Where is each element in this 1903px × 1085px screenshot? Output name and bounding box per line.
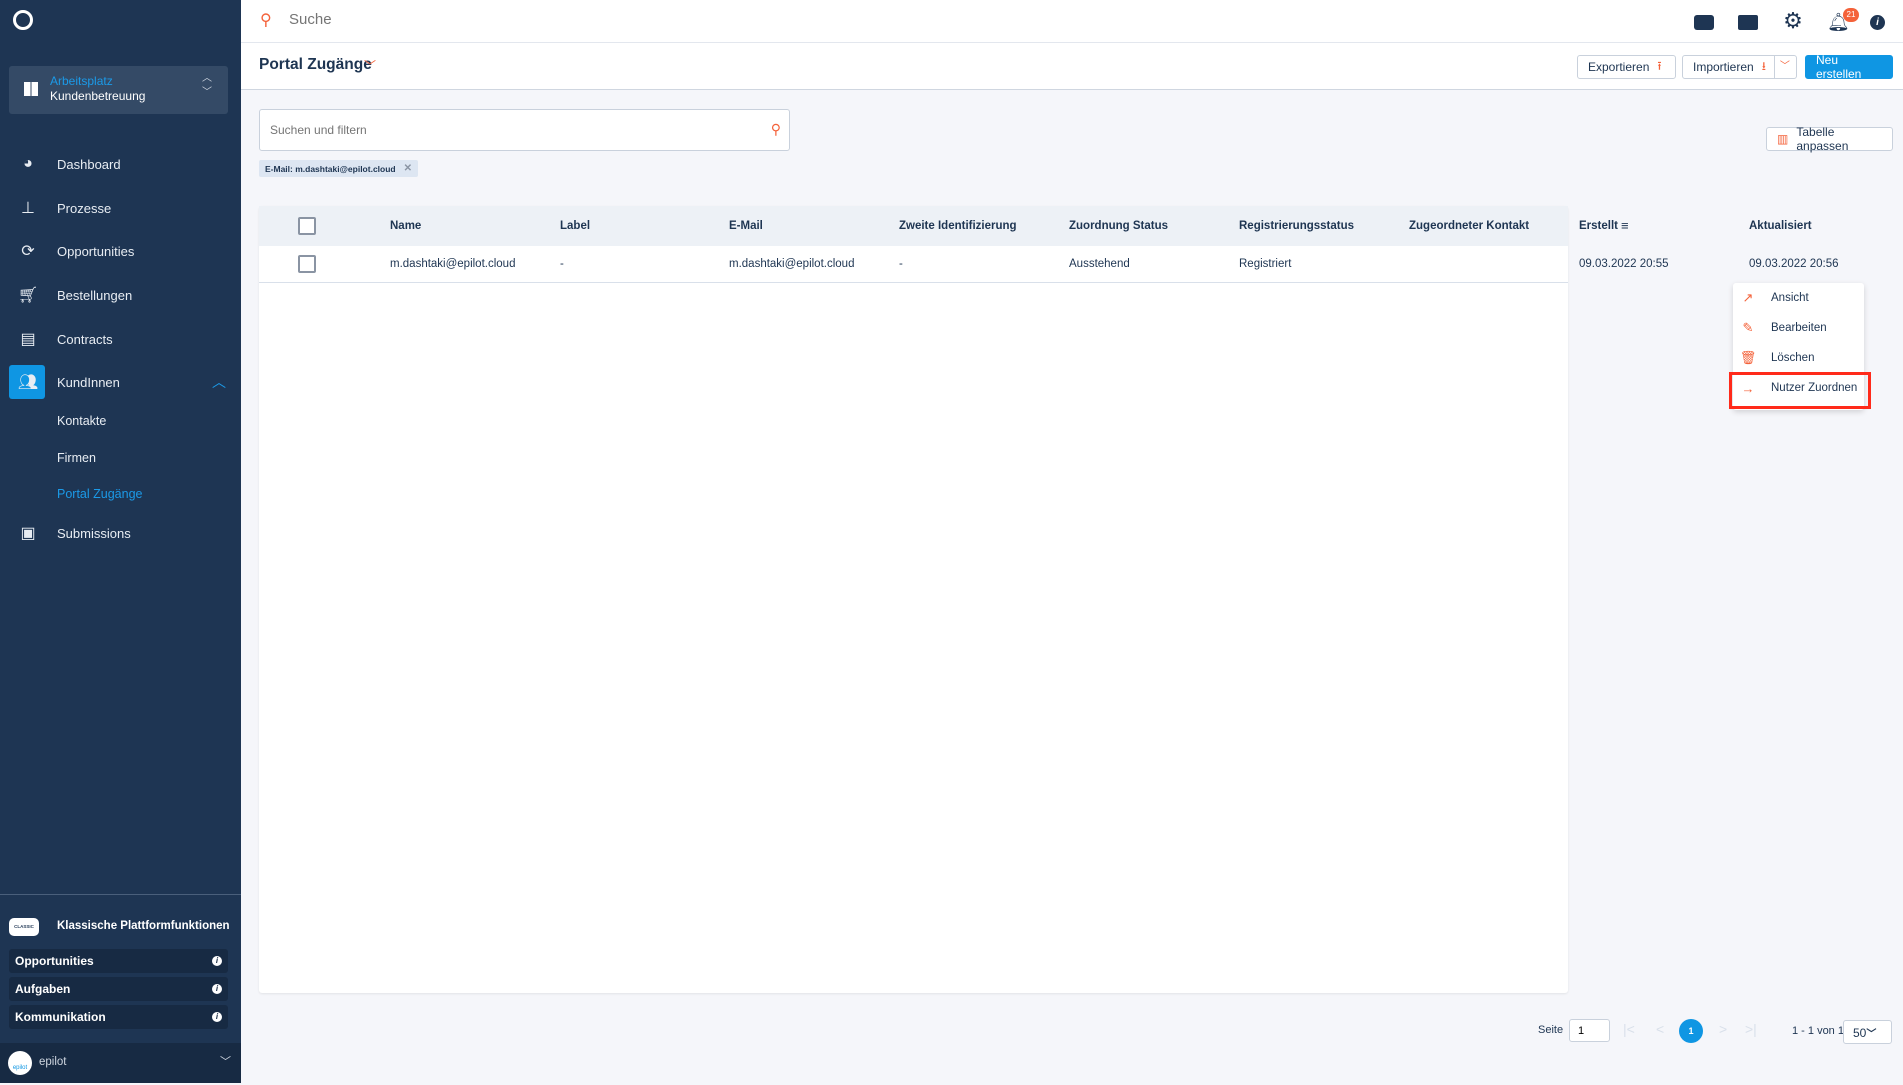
first-page-icon[interactable]: |<: [1623, 1021, 1635, 1037]
search-icon[interactable]: ⚲: [771, 121, 781, 138]
chevron-down-icon: ﹀: [220, 1056, 231, 1068]
column-assignment-status[interactable]: Zuordnung Status: [1069, 220, 1168, 232]
workspace-label: Arbeitsplatz: [50, 74, 113, 88]
table-columns-icon: ▥: [1777, 132, 1789, 146]
import-button[interactable]: Importieren ⭳ ﹀: [1682, 55, 1797, 79]
last-page-icon[interactable]: >|: [1745, 1021, 1757, 1037]
column-second-id[interactable]: Zweite Identifizierung: [899, 220, 1017, 232]
chevron-updown-icon: ︿ ﹀: [202, 73, 212, 98]
clipboard-icon: ▤: [20, 331, 36, 348]
global-search-input[interactable]: [289, 8, 689, 30]
classic-badge: CLASSIC: [9, 918, 39, 936]
filter-search-box[interactable]: ⚲: [259, 109, 790, 151]
export-button[interactable]: Exportieren ⭱: [1577, 55, 1676, 79]
info-icon[interactable]: i: [212, 956, 222, 966]
cell-second-id: -: [899, 258, 903, 270]
users-icon: 👥︎: [17, 374, 39, 391]
dashboard-grid-icon: [24, 82, 38, 96]
open-external-icon: ↗: [1742, 290, 1754, 305]
sidebar-subitem-kontakte[interactable]: Kontakte: [57, 414, 106, 428]
chevron-down-icon[interactable]: ﹀: [364, 57, 376, 74]
pencil-icon: ✎: [1742, 320, 1754, 335]
column-label[interactable]: Label: [560, 220, 590, 232]
cell-registration-status: Registriert: [1239, 258, 1292, 270]
classic-item-kommunikation[interactable]: Kommunikation i: [9, 1005, 228, 1029]
cell-label: -: [560, 258, 564, 270]
trash-icon: 🗑︎: [1739, 350, 1757, 365]
info-icon[interactable]: i: [1870, 15, 1885, 30]
top-bar: ⚲: [241, 0, 1903, 43]
column-created[interactable]: Erstellt: [1579, 220, 1618, 232]
menu-item-edit[interactable]: ✎ Bearbeiten: [1733, 314, 1864, 342]
chevron-down-icon: ﹀: [1866, 1029, 1877, 1040]
sidebar: Arbeitsplatz Kundenbetreuung ︿ ﹀ ◕ Dashboa…: [0, 0, 241, 1083]
org-name: epilot: [39, 1056, 67, 1068]
page-title: Portal Zugänge: [259, 56, 372, 73]
column-updated[interactable]: Aktualisiert: [1749, 220, 1812, 232]
divider: [0, 894, 241, 895]
page-input[interactable]: [1569, 1019, 1610, 1042]
column-registration-status[interactable]: Registrierungsstatus: [1239, 220, 1354, 232]
classic-item-aufgaben[interactable]: Aufgaben i: [9, 977, 228, 1001]
sidebar-item-kundinnen[interactable]: 👥︎ KundInnen ︿: [0, 364, 241, 400]
cell-assignment-status: Ausstehend: [1069, 258, 1130, 270]
sidebar-item-submissions[interactable]: ▣ Submissions: [0, 515, 241, 551]
sync-icon: ⟳: [21, 243, 35, 260]
create-new-button[interactable]: Neu erstellen: [1805, 53, 1893, 81]
classic-item-opportunities[interactable]: Opportunities i: [9, 949, 228, 973]
row-checkbox[interactable]: [298, 255, 316, 273]
mail-icon[interactable]: [1693, 12, 1715, 32]
sidebar-subitem-firmen[interactable]: Firmen: [57, 451, 96, 465]
workspace-value: Kundenbetreuung: [50, 89, 146, 103]
sidebar-item-dashboard[interactable]: ◕ Dashboard: [0, 146, 241, 182]
pie-chart-icon: ◕: [23, 155, 33, 172]
column-name[interactable]: Name: [390, 220, 421, 232]
current-page-button[interactable]: 1: [1679, 1019, 1703, 1043]
inbox-icon: ▣: [20, 525, 36, 542]
range-text: 1 - 1 von 1: [1792, 1025, 1844, 1037]
folder-icon[interactable]: [1737, 12, 1759, 32]
next-page-icon[interactable]: >: [1719, 1021, 1727, 1037]
highlight-box: [1729, 372, 1871, 409]
cell-updated: 09.03.2022 20:56: [1749, 258, 1839, 270]
filter-chip[interactable]: E-Mail: m.dashtaki@epilot.cloud ✕: [259, 160, 418, 177]
sort-icon[interactable]: ≡: [1621, 218, 1629, 233]
org-avatar: epilot: [8, 1051, 32, 1075]
prev-page-icon[interactable]: <: [1656, 1021, 1664, 1037]
sidebar-item-opportunities[interactable]: ⟳ Opportunities: [0, 233, 241, 269]
page-label: Seite: [1538, 1024, 1564, 1036]
cell-name[interactable]: m.dashtaki@epilot.cloud: [390, 258, 515, 270]
filter-search-input[interactable]: [270, 120, 750, 140]
close-icon[interactable]: ✕: [404, 163, 412, 174]
epilot-logo-icon[interactable]: [13, 10, 33, 30]
table-card: [259, 206, 1568, 993]
upload-icon: ⭱: [1657, 58, 1662, 73]
sidebar-subitem-portal-zugaenge[interactable]: Portal Zugänge: [57, 487, 142, 501]
search-icon: ⚲: [260, 12, 272, 29]
sitemap-icon: ⊥: [21, 200, 35, 217]
table-adjust-button[interactable]: ▥ Tabelle anpassen: [1766, 125, 1893, 153]
classic-title: Klassische Plattformfunktionen: [57, 920, 230, 932]
select-all-checkbox[interactable]: [298, 217, 316, 235]
column-email[interactable]: E-Mail: [729, 220, 763, 232]
notification-badge: 21: [1843, 8, 1859, 22]
gear-icon[interactable]: ⚙: [1782, 8, 1804, 33]
sidebar-item-prozesse[interactable]: ⊥ Prozesse: [0, 190, 241, 226]
info-icon[interactable]: i: [212, 984, 222, 994]
cart-icon: 🛒︎: [17, 287, 39, 304]
menu-item-view[interactable]: ↗ Ansicht: [1733, 284, 1864, 312]
info-icon[interactable]: i: [212, 1012, 222, 1022]
chevron-down-icon[interactable]: ﹀: [1773, 56, 1795, 78]
cell-email: m.dashtaki@epilot.cloud: [729, 258, 855, 270]
org-switcher[interactable]: epilot epilot ﹀: [0, 1043, 241, 1083]
page-size-select[interactable]: 50﹀: [1843, 1020, 1892, 1044]
chevron-up-icon: ︿: [212, 374, 226, 390]
sidebar-item-contracts[interactable]: ▤ Contracts: [0, 321, 241, 357]
download-icon: ⭳: [1761, 58, 1766, 73]
menu-item-delete[interactable]: 🗑︎ Löschen: [1733, 344, 1864, 372]
column-assigned-contact[interactable]: Zugeordneter Kontakt: [1409, 220, 1529, 232]
sidebar-item-bestellungen[interactable]: 🛒︎ Bestellungen: [0, 277, 241, 313]
workspace-switcher[interactable]: Arbeitsplatz Kundenbetreuung ︿ ﹀: [9, 66, 228, 114]
cell-created: 09.03.2022 20:55: [1579, 258, 1669, 270]
